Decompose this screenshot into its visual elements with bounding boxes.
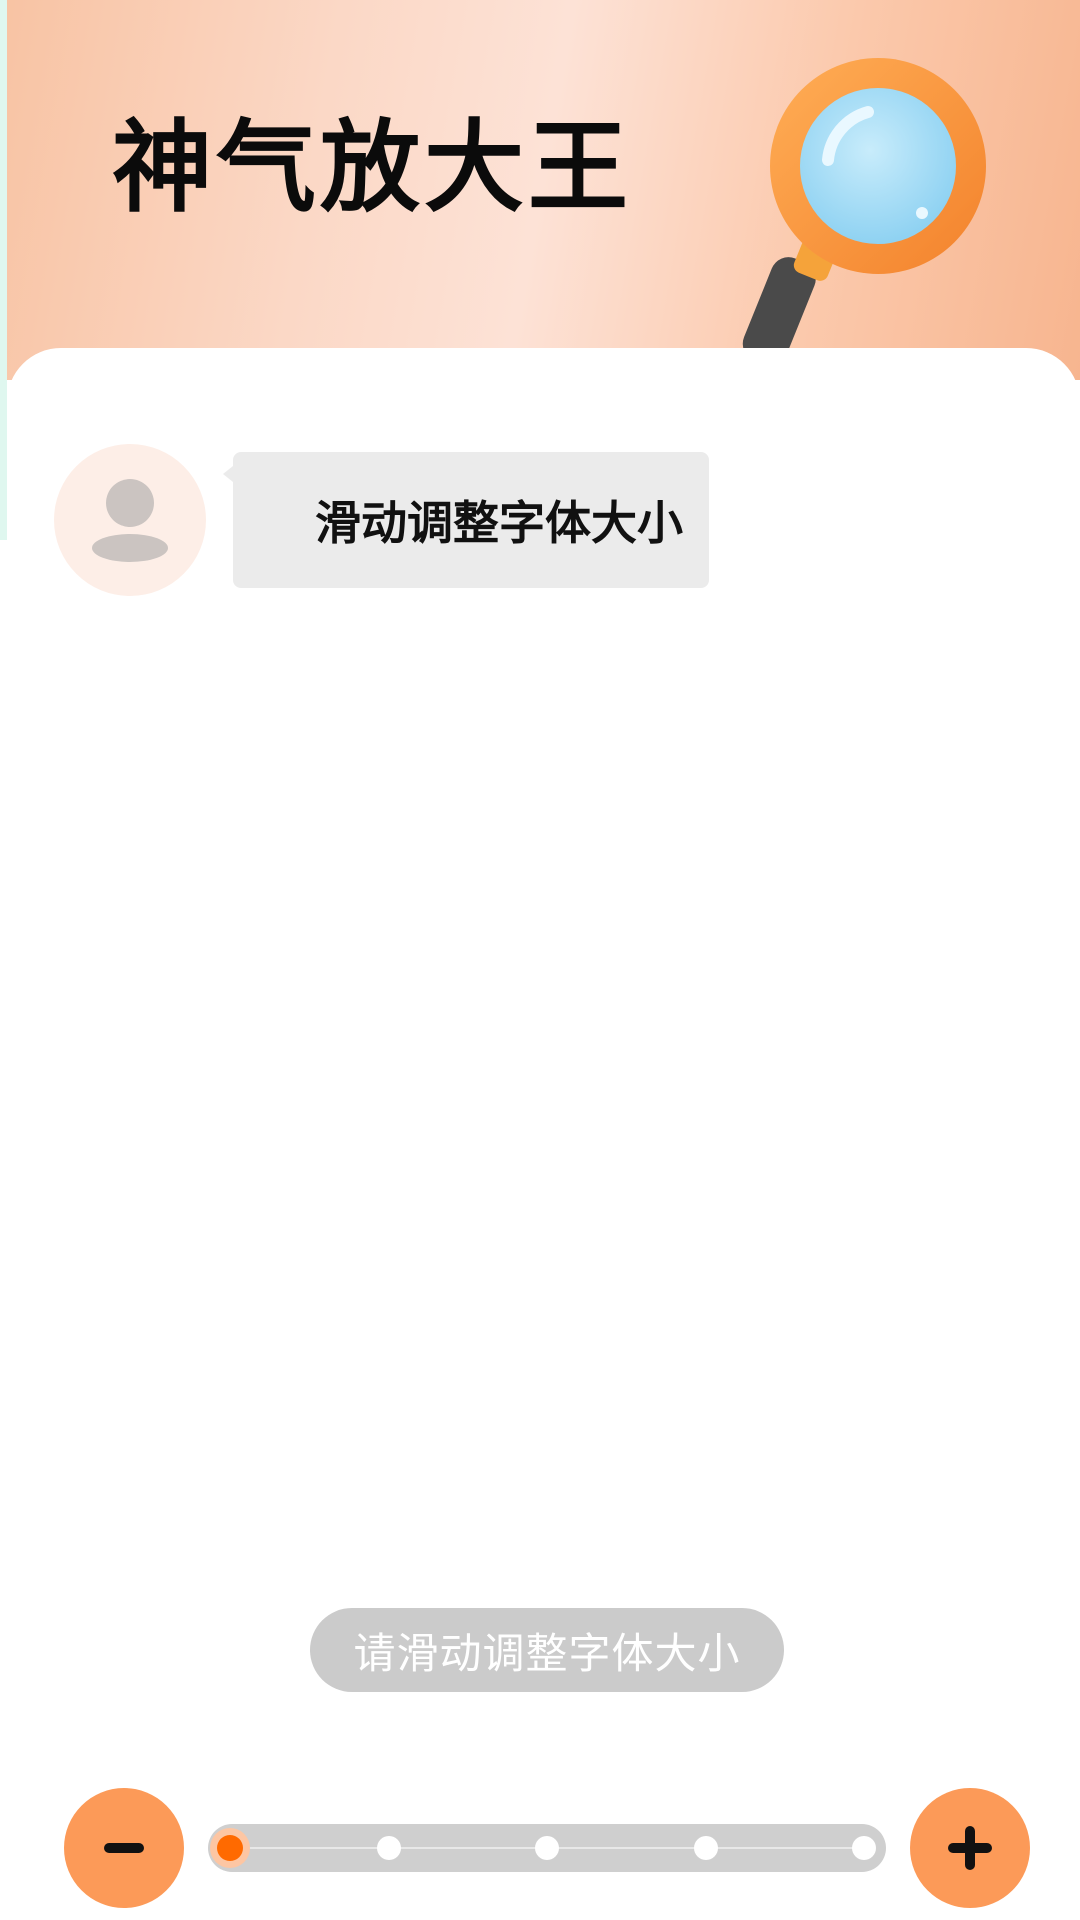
chat-bubble: 滑动调整字体大小 bbox=[223, 452, 709, 588]
minus-icon bbox=[104, 1843, 144, 1853]
font-size-slider[interactable] bbox=[208, 1824, 886, 1872]
slider-stop[interactable] bbox=[693, 1836, 718, 1860]
avatar bbox=[54, 444, 206, 596]
left-edge-strip bbox=[0, 0, 7, 540]
hint-toast: 请滑动调整字体大小 bbox=[310, 1608, 784, 1692]
user-avatar-icon bbox=[92, 479, 168, 562]
slider-stop[interactable] bbox=[852, 1836, 876, 1860]
chat-message: 滑动调整字体大小 bbox=[315, 496, 683, 550]
slider-thumb-dot bbox=[217, 1835, 243, 1861]
hint-text: 请滑动调整字体大小 bbox=[353, 1628, 741, 1678]
magnifying-glass-icon bbox=[742, 58, 986, 360]
plus-icon bbox=[948, 1826, 992, 1870]
slider-thumb[interactable] bbox=[210, 1828, 250, 1868]
slider-stop[interactable] bbox=[376, 1836, 401, 1860]
increase-font-button[interactable] bbox=[910, 1788, 1030, 1908]
decrease-font-button[interactable] bbox=[64, 1788, 184, 1908]
slider-stop[interactable] bbox=[535, 1836, 559, 1860]
app-title: 神气放大王 bbox=[112, 109, 632, 226]
